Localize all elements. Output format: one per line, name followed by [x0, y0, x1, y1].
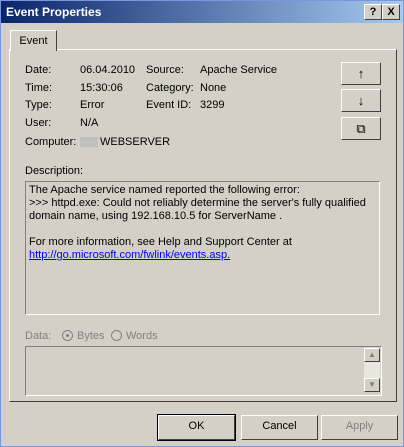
- time-label: Time:: [25, 82, 53, 94]
- help-link[interactable]: http://go.microsoft.com/fwlink/events.as…: [29, 249, 376, 262]
- cancel-button[interactable]: Cancel: [241, 415, 318, 440]
- copy-button[interactable]: ⧉: [341, 117, 381, 140]
- arrow-up-icon: ↑: [357, 66, 365, 81]
- words-label: Words: [126, 330, 158, 342]
- scroll-up-icon[interactable]: ▲: [364, 348, 380, 362]
- time-value: 15:30:06: [80, 82, 123, 94]
- window-title: Event Properties: [6, 5, 102, 19]
- event-id-value: 3299: [200, 99, 225, 111]
- next-event-button[interactable]: ↓: [341, 89, 381, 112]
- type-value: Error: [80, 99, 105, 111]
- scroll-down-icon[interactable]: ▼: [364, 378, 380, 392]
- bytes-radio[interactable]: [62, 330, 73, 341]
- category-value: None: [200, 82, 227, 94]
- data-label: Data:: [25, 330, 52, 342]
- description-line: The Apache service named reported the fo…: [29, 184, 300, 196]
- event-id-label: Event ID:: [146, 99, 192, 111]
- category-label: Category:: [146, 82, 194, 94]
- user-value: N/A: [80, 117, 99, 129]
- source-value: Apache Service: [200, 64, 278, 76]
- data-textbox[interactable]: ▲ ▼: [25, 346, 382, 396]
- event-properties-window: Event Properties ? X Event Date: 06.04.2…: [0, 0, 404, 447]
- title-bar: Event Properties ? X: [1, 1, 403, 23]
- computer-value: WEBSERVER: [80, 136, 170, 148]
- redacted-block: [80, 137, 98, 148]
- apply-button[interactable]: Apply: [321, 415, 398, 440]
- description-line: domain name, using 192.168.10.5 for Serv…: [29, 210, 283, 222]
- words-radio[interactable]: [111, 330, 122, 341]
- copy-icon: ⧉: [356, 121, 366, 136]
- date-value: 06.04.2010: [80, 64, 136, 76]
- description-line: >>> httpd.exe: Could not reliably determ…: [29, 197, 366, 209]
- date-label: Date:: [25, 64, 52, 76]
- description-label: Description:: [25, 165, 84, 177]
- type-label: Type:: [25, 99, 52, 111]
- close-button[interactable]: X: [382, 4, 400, 20]
- source-label: Source:: [146, 64, 184, 76]
- ok-button[interactable]: OK: [157, 414, 236, 441]
- arrow-down-icon: ↓: [357, 93, 365, 108]
- data-scrollbar[interactable]: ▲ ▼: [364, 348, 380, 392]
- computer-name: WEBSERVER: [100, 136, 171, 148]
- previous-event-button[interactable]: ↑: [341, 62, 381, 85]
- user-label: User:: [25, 117, 52, 129]
- help-button[interactable]: ?: [364, 4, 382, 20]
- bytes-label: Bytes: [77, 330, 105, 342]
- description-line: For more information, see Help and Suppo…: [29, 236, 292, 248]
- description-textbox[interactable]: The Apache service named reported the fo…: [25, 181, 380, 315]
- tab-event[interactable]: Event: [10, 30, 57, 51]
- computer-label: Computer:: [25, 136, 77, 148]
